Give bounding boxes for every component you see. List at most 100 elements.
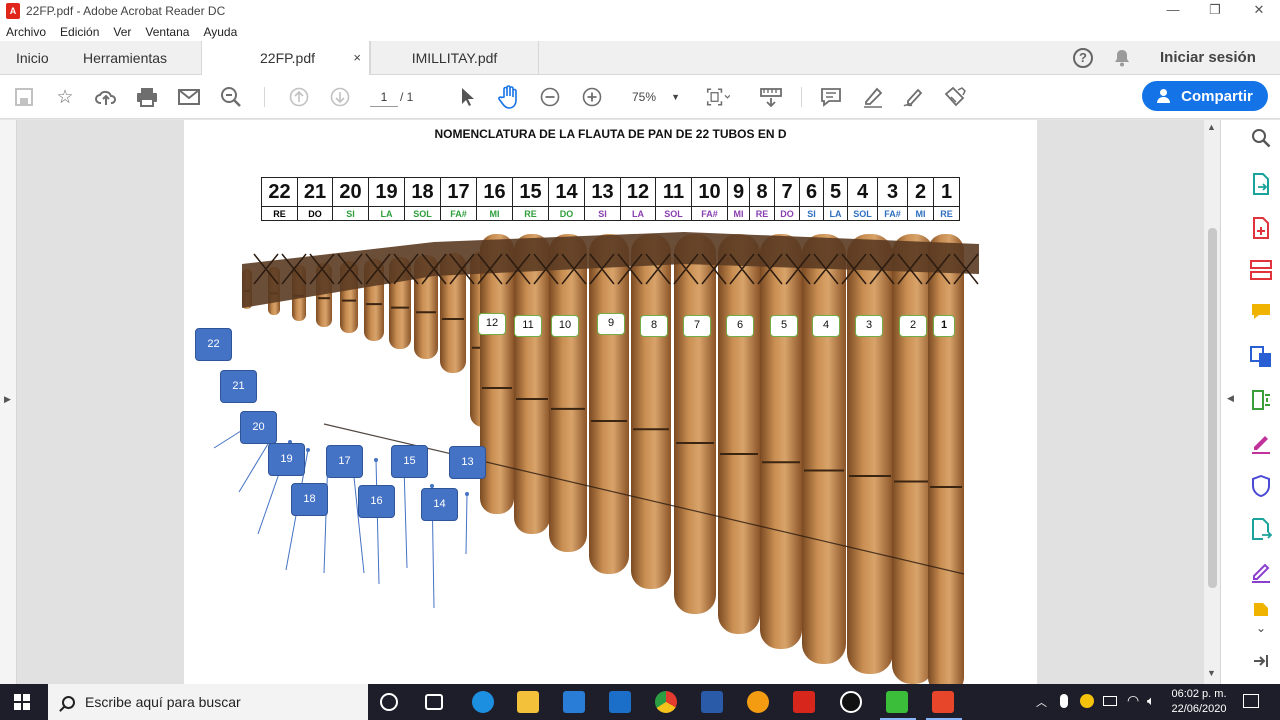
scroll-down-arrow-icon[interactable]: ▼ <box>1207 668 1216 678</box>
tab-document-imillitay[interactable]: IMILLITAY.pdf <box>370 41 539 75</box>
prev-page-icon[interactable] <box>287 85 311 109</box>
toolbar: ☆ 1 / 1 75% ▼ <box>0 75 1280 119</box>
store-icon[interactable] <box>563 691 585 713</box>
edit-sign-icon[interactable] <box>1249 561 1273 585</box>
note-name-cell: FA# <box>691 206 728 221</box>
scrollbar-thumb[interactable] <box>1208 228 1217 588</box>
create-pdf-icon[interactable] <box>1249 217 1273 241</box>
taskbar-search[interactable]: Escribe aquí para buscar <box>48 684 368 720</box>
bell-icon[interactable] <box>1114 41 1130 75</box>
share-button[interactable]: Compartir <box>1142 81 1268 111</box>
microphone-icon[interactable] <box>1060 694 1068 708</box>
status-app-icon[interactable] <box>1080 694 1094 708</box>
help-icon[interactable]: ? <box>1073 41 1093 75</box>
more-files-icon[interactable] <box>1249 602 1273 616</box>
task-view-icon[interactable] <box>425 694 443 710</box>
chevron-left-icon[interactable]: ◀ <box>1227 393 1234 404</box>
chrome-icon[interactable] <box>655 691 677 713</box>
note-name-cell: RE <box>749 206 775 221</box>
add-person-icon <box>1157 89 1173 103</box>
more-tools-icon[interactable] <box>943 85 967 109</box>
back-tube-label: 18 <box>291 483 328 516</box>
collapse-pane-icon[interactable] <box>1249 650 1273 674</box>
restore-button[interactable]: ❐ <box>1192 0 1238 22</box>
next-page-icon[interactable] <box>328 85 352 109</box>
combine-files-icon[interactable] <box>1249 346 1273 370</box>
scroll-mode-icon[interactable] <box>759 85 783 109</box>
media-app-icon[interactable] <box>747 691 769 713</box>
chevron-down-icon[interactable]: ⌄ <box>1249 616 1273 640</box>
star-icon[interactable]: ☆ <box>53 85 77 109</box>
protect-shield-icon[interactable] <box>1249 474 1273 499</box>
menu-edicion[interactable]: Edición <box>60 25 99 39</box>
minimize-button[interactable]: — <box>1150 0 1196 22</box>
sign-icon[interactable] <box>902 85 926 109</box>
front-tube-label: 3 <box>855 315 883 337</box>
page-fit-icon[interactable] <box>706 85 730 109</box>
print-icon[interactable] <box>135 85 159 109</box>
menu-ventana[interactable]: Ventana <box>145 25 189 39</box>
back-tube-label: 22 <box>195 328 232 361</box>
tab-inicio[interactable]: Inicio <box>16 41 49 75</box>
edge-icon[interactable] <box>472 691 494 713</box>
comment-icon[interactable] <box>819 85 843 109</box>
flute-tube <box>928 234 964 684</box>
select-cursor-icon[interactable] <box>456 85 480 109</box>
signin-link[interactable]: Iniciar sesión <box>1160 41 1256 75</box>
note-name-cell: RE <box>261 206 298 221</box>
windows-start-icon[interactable] <box>14 694 30 710</box>
compress-icon[interactable] <box>1249 389 1273 413</box>
email-icon[interactable] <box>177 85 201 109</box>
save-icon[interactable] <box>12 85 36 109</box>
comment-tool-icon[interactable] <box>1249 303 1273 327</box>
browser-app-icon[interactable] <box>840 691 862 713</box>
zoom-in-icon[interactable] <box>580 85 604 109</box>
notifications-icon[interactable] <box>1243 694 1259 708</box>
wifi-icon[interactable]: ◠ <box>1127 692 1139 720</box>
word-icon[interactable] <box>701 691 723 713</box>
tab-close-icon[interactable]: × <box>353 41 361 75</box>
search-icon <box>62 695 75 709</box>
file-explorer-icon[interactable] <box>517 691 539 713</box>
search-tool-icon[interactable] <box>1249 128 1273 152</box>
front-tube-label: 10 <box>551 315 579 337</box>
zoom-value: 75% <box>632 90 657 104</box>
scroll-up-arrow-icon[interactable]: ▲ <box>1207 122 1216 132</box>
highlight-pen-icon[interactable] <box>861 85 885 109</box>
left-panel-toggle[interactable]: ▶ <box>0 120 17 684</box>
mail-icon[interactable] <box>609 691 631 713</box>
note-name-cell: MI <box>476 206 513 221</box>
acrobat-taskbar-icon[interactable] <box>793 691 815 713</box>
tube-number-cell: 17 <box>440 177 477 207</box>
search-zoom-icon[interactable] <box>219 85 243 109</box>
camtasia-red-icon[interactable] <box>932 691 954 713</box>
send-for-review-icon[interactable] <box>1249 518 1273 542</box>
close-button[interactable]: ✕ <box>1236 0 1280 22</box>
menu-archivo[interactable]: Archivo <box>6 25 46 39</box>
note-name-cell: SI <box>584 206 621 221</box>
cortana-icon[interactable] <box>380 693 398 711</box>
export-pdf-icon[interactable] <box>1249 173 1273 197</box>
zoom-out-icon[interactable] <box>538 85 562 109</box>
clock[interactable]: 06:02 p. m. 22/06/2020 <box>1166 687 1232 717</box>
tab-herramientas[interactable]: Herramientas <box>83 41 167 75</box>
fill-sign-icon[interactable] <box>1249 432 1273 456</box>
tray-overflow-icon[interactable]: ︿ <box>1036 694 1047 720</box>
acrobat-icon: A <box>6 3 20 19</box>
organize-pages-icon[interactable] <box>1249 260 1273 284</box>
vertical-scrollbar[interactable]: ▲ ▼ <box>1204 120 1220 684</box>
note-name-cell: RE <box>512 206 549 221</box>
upload-cloud-icon[interactable] <box>94 85 118 109</box>
tube-number-cell: 16 <box>476 177 513 207</box>
battery-icon[interactable] <box>1103 696 1117 706</box>
zoom-select[interactable]: 75% ▼ <box>620 87 686 107</box>
menu-ayuda[interactable]: Ayuda <box>203 25 237 39</box>
camtasia-green-icon[interactable] <box>886 691 908 713</box>
page-number-input[interactable]: 1 <box>370 87 398 107</box>
tube-number-cell: 10 <box>691 177 728 207</box>
tab-document-22fp[interactable]: 22FP.pdf × <box>201 41 370 76</box>
flute-tube <box>760 234 802 649</box>
menu-ver[interactable]: Ver <box>113 25 131 39</box>
hand-tool-icon[interactable] <box>497 85 521 109</box>
volume-icon[interactable]: 🔈︎ <box>1147 693 1155 720</box>
